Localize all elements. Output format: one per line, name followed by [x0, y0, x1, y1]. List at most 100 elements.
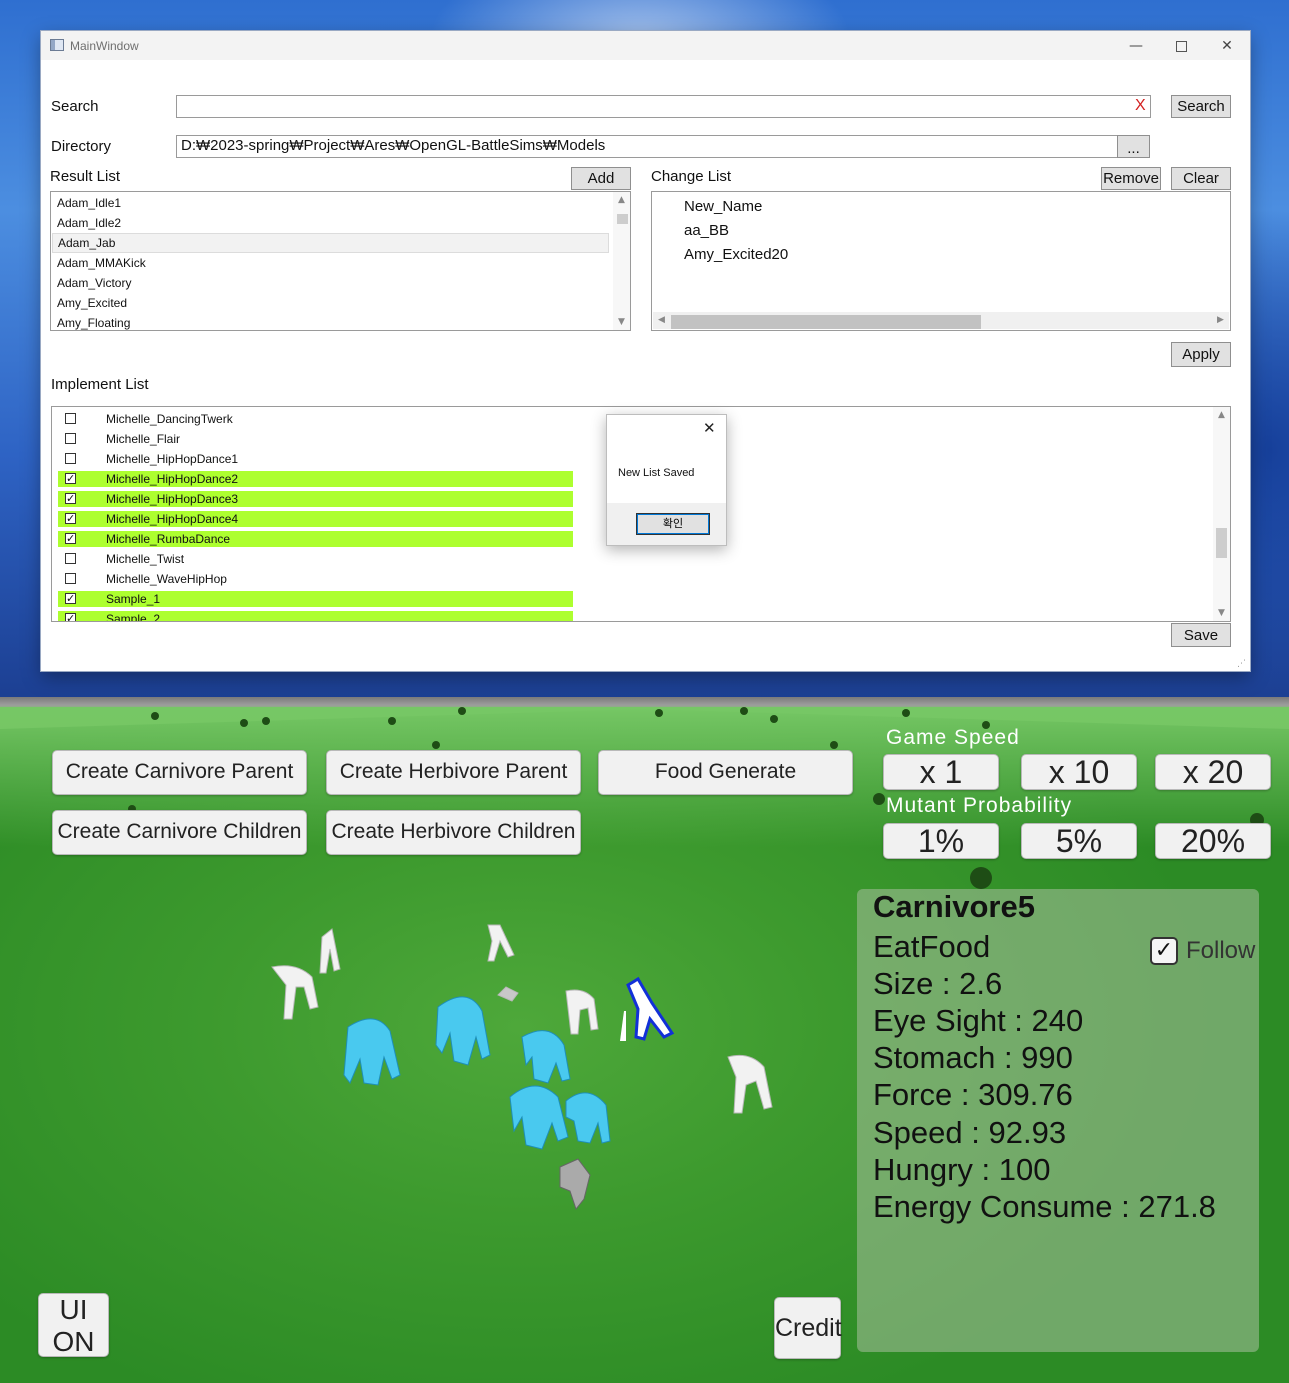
implement-row[interactable]: ✓ Michelle_RumbaDance — [58, 531, 573, 547]
speed-x20-button[interactable]: x 20 — [1155, 754, 1271, 790]
implement-row[interactable]: ✓ Michelle_HipHopDance4 — [58, 511, 573, 527]
dialog-close-button[interactable]: ✕ — [703, 419, 716, 437]
row-label: Michelle_Flair — [106, 432, 181, 446]
stat-hungry: Hungry : 100 — [873, 1152, 1051, 1187]
scroll-down-icon[interactable]: ▼ — [1213, 608, 1230, 618]
list-item[interactable]: Adam_Idle2 — [57, 213, 121, 233]
follow-label: Follow — [1186, 937, 1256, 964]
implement-row[interactable]: Michelle_Twist — [58, 551, 573, 567]
result-list[interactable]: Adam_Idle1 Adam_Idle2 Adam_Jab Adam_MMAK… — [50, 191, 631, 331]
speed-x10-button[interactable]: x 10 — [1021, 754, 1137, 790]
close-button[interactable]: ✕ — [1207, 35, 1247, 57]
list-item[interactable]: New_Name — [684, 198, 762, 215]
carnivore — [565, 1092, 611, 1144]
list-item[interactable]: Amy_Excited20 — [684, 246, 788, 263]
mutant-20pct-button[interactable]: 20% — [1155, 823, 1271, 859]
creature-info-panel: Carnivore5 EatFood ✓ Follow Size : 2.6 E… — [857, 889, 1259, 1352]
apply-button[interactable]: Apply — [1171, 342, 1231, 367]
implement-row[interactable]: ✓ Sample_1 — [58, 591, 573, 607]
row-label: Michelle_HipHopDance3 — [106, 492, 239, 506]
scroll-up-icon[interactable]: ▲ — [613, 195, 630, 205]
stat-eye-sight: Eye Sight : 240 — [873, 1003, 1084, 1038]
row-checkbox[interactable]: ✓ — [65, 613, 76, 621]
row-checkbox[interactable]: ✓ — [65, 473, 76, 484]
title-bar[interactable]: MainWindow — ✕ — [41, 31, 1250, 60]
implement-row[interactable]: Michelle_WaveHipHop — [58, 571, 573, 587]
change-list[interactable]: New_Name aa_BB Amy_Excited20 ◀ ▶ — [651, 191, 1231, 331]
create-herbivore-parent-button[interactable]: Create Herbivore Parent — [326, 750, 581, 795]
stat-force: Force : 309.76 — [873, 1077, 1073, 1112]
tree — [655, 709, 663, 717]
scroll-up-icon[interactable]: ▲ — [1213, 410, 1230, 420]
row-checkbox[interactable]: ✓ — [65, 493, 76, 504]
list-item[interactable]: Adam_Idle1 — [57, 193, 121, 213]
row-label: Michelle_Twist — [106, 552, 185, 566]
creature-group[interactable] — [260, 917, 780, 1227]
search-input[interactable]: X — [176, 95, 1151, 118]
herbivore — [487, 924, 515, 962]
scrollbar-thumb[interactable] — [1216, 528, 1227, 558]
follow-checkbox[interactable]: ✓ — [1150, 937, 1178, 965]
creature-state: EatFood — [873, 929, 991, 964]
row-checkbox[interactable] — [65, 453, 76, 464]
food-generate-button[interactable]: Food Generate — [598, 750, 853, 795]
list-item[interactable]: Adam_MMAKick — [57, 253, 146, 273]
implement-row[interactable]: ✓ Michelle_HipHopDance2 — [58, 471, 573, 487]
clear-button[interactable]: Clear — [1171, 167, 1231, 190]
maximize-button[interactable] — [1161, 35, 1201, 57]
implement-row[interactable]: Michelle_HipHopDance1 — [58, 451, 573, 467]
credit-button[interactable]: Credit — [774, 1297, 842, 1359]
remove-button[interactable]: Remove — [1101, 167, 1161, 190]
row-label: Michelle_HipHopDance2 — [106, 472, 239, 486]
herbivore — [319, 928, 341, 974]
scroll-down-icon[interactable]: ▼ — [613, 317, 630, 327]
create-herbivore-children-button[interactable]: Create Herbivore Children — [326, 810, 581, 855]
row-checkbox[interactable]: ✓ — [65, 593, 76, 604]
result-list-scrollbar[interactable]: ▲ ▼ — [613, 192, 630, 330]
clear-search-icon[interactable]: X — [1135, 97, 1146, 115]
change-list-hscrollbar[interactable]: ◀ ▶ — [653, 312, 1229, 329]
implement-list-scrollbar[interactable]: ▲ ▼ — [1213, 407, 1230, 621]
implement-row[interactable]: ✓ Sample_2 — [58, 611, 573, 621]
maximize-icon — [1175, 41, 1187, 52]
mutant-5pct-button[interactable]: 5% — [1021, 823, 1137, 859]
scrollbar-thumb[interactable] — [671, 315, 981, 329]
browse-directory-button[interactable]: ... — [1117, 135, 1150, 158]
scroll-right-icon[interactable]: ▶ — [1212, 315, 1229, 325]
search-button[interactable]: Search — [1171, 95, 1231, 118]
tree — [902, 709, 910, 717]
ui-toggle-button[interactable]: UI ON — [38, 1293, 109, 1357]
create-carnivore-parent-button[interactable]: Create Carnivore Parent — [52, 750, 307, 795]
list-item-selected[interactable]: Adam_Jab — [52, 233, 609, 253]
carnivore — [509, 1085, 569, 1150]
directory-input[interactable]: D:₩2023-spring₩Project₩Ares₩OpenGL-Battl… — [176, 135, 1118, 158]
list-item[interactable]: Amy_Floating — [57, 313, 130, 330]
scroll-left-icon[interactable]: ◀ — [653, 315, 670, 325]
list-item[interactable]: Adam_Victory — [57, 273, 131, 293]
implement-row[interactable]: Michelle_DancingTwerk — [58, 411, 573, 427]
implement-row[interactable]: Michelle_Flair — [58, 431, 573, 447]
create-carnivore-children-button[interactable]: Create Carnivore Children — [52, 810, 307, 855]
row-checkbox[interactable] — [65, 573, 76, 584]
main-window: MainWindow — ✕ Search X Search Directory… — [41, 31, 1250, 671]
resize-grip-icon[interactable]: ⋰ — [1237, 659, 1246, 669]
row-label: Michelle_DancingTwerk — [106, 412, 233, 426]
list-item[interactable]: aa_BB — [684, 222, 729, 239]
dialog-ok-button[interactable]: 확인 — [636, 513, 710, 535]
minimize-button[interactable]: — — [1116, 35, 1156, 57]
speed-x1-button[interactable]: x 1 — [883, 754, 999, 790]
row-label: Michelle_RumbaDance — [106, 532, 231, 546]
save-button[interactable]: Save — [1171, 623, 1231, 647]
row-checkbox[interactable] — [65, 413, 76, 424]
list-item[interactable]: Amy_Excited — [57, 293, 127, 313]
add-button[interactable]: Add — [571, 167, 631, 190]
row-checkbox[interactable] — [65, 433, 76, 444]
mutant-1pct-button[interactable]: 1% — [883, 823, 999, 859]
game-viewport[interactable]: Create Carnivore Parent Create Herbivore… — [0, 697, 1289, 1383]
row-checkbox[interactable]: ✓ — [65, 533, 76, 544]
creature-name: Carnivore5 — [873, 889, 1035, 924]
implement-row[interactable]: ✓ Michelle_HipHopDance3 — [58, 491, 573, 507]
scrollbar-thumb[interactable] — [617, 214, 628, 224]
row-checkbox[interactable] — [65, 553, 76, 564]
row-checkbox[interactable]: ✓ — [65, 513, 76, 524]
